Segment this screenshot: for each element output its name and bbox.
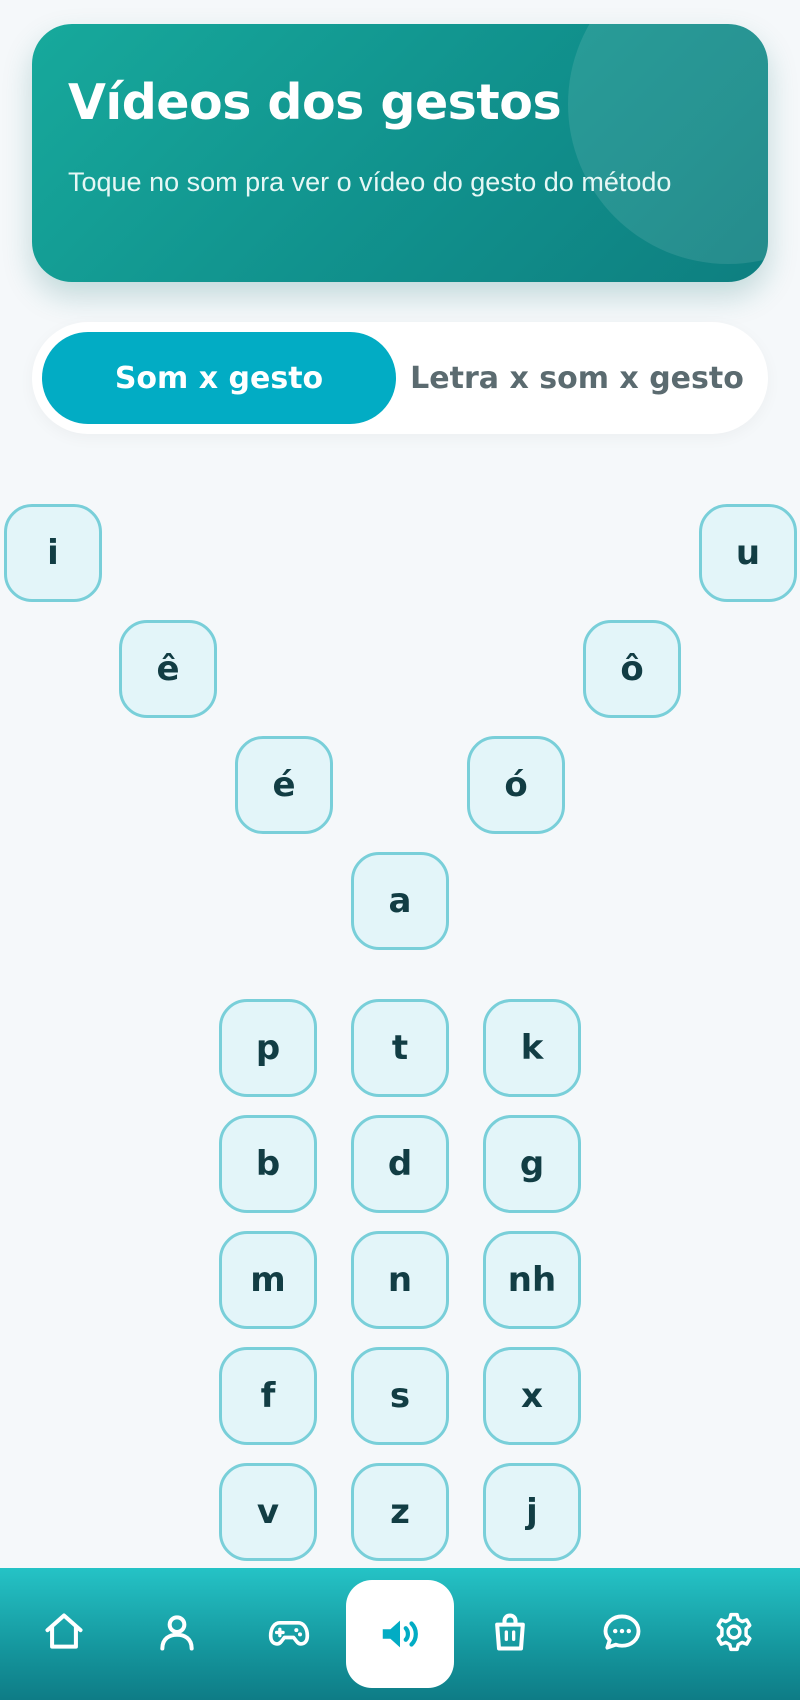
sound-key-n[interactable]: n (351, 1231, 449, 1329)
sound-key-x[interactable]: x (483, 1347, 581, 1445)
sound-key-k[interactable]: k (483, 999, 581, 1097)
sound-key-v[interactable]: v (219, 1463, 317, 1561)
header-card: Vídeos dos gestos Toque no som pra ver o… (32, 24, 768, 282)
nav-shop[interactable] (478, 1600, 542, 1664)
sound-key-t[interactable]: t (351, 999, 449, 1097)
tab-som-x-gesto[interactable]: Som x gesto (42, 332, 396, 424)
sound-key-m[interactable]: m (219, 1231, 317, 1329)
nav-sounds[interactable] (346, 1580, 454, 1688)
sound-key-z[interactable]: z (351, 1463, 449, 1561)
nav-games[interactable] (257, 1600, 321, 1664)
sound-key-d[interactable]: d (351, 1115, 449, 1213)
mode-toggle: Som x gesto Letra x som x gesto (32, 322, 768, 434)
sound-key-a[interactable]: a (351, 852, 449, 950)
home-icon (45, 1613, 83, 1649)
sound-key-s[interactable]: s (351, 1347, 449, 1445)
sound-key-i[interactable]: i (4, 504, 102, 602)
page-subtitle: Toque no som pra ver o vídeo do gesto do… (68, 167, 672, 197)
chat-icon (603, 1614, 641, 1650)
sound-icon (382, 1620, 418, 1648)
sound-key-e-acute[interactable]: é (235, 736, 333, 834)
sound-key-p[interactable]: p (219, 999, 317, 1097)
sound-key-o-circumflex[interactable]: ô (583, 620, 681, 718)
bottom-nav (0, 1568, 800, 1700)
sound-key-f[interactable]: f (219, 1347, 317, 1445)
decorative-circle (568, 24, 768, 264)
gamepad-icon (268, 1621, 310, 1646)
nav-settings[interactable] (702, 1600, 766, 1664)
nav-home[interactable] (32, 1600, 96, 1664)
settings-icon (716, 1612, 752, 1652)
sound-key-nh[interactable]: nh (483, 1231, 581, 1329)
sound-key-u[interactable]: u (699, 504, 797, 602)
sound-key-b[interactable]: b (219, 1115, 317, 1213)
nav-profile[interactable] (145, 1600, 209, 1664)
tab-letra-x-som-x-gesto[interactable]: Letra x som x gesto (396, 332, 758, 424)
page-title: Vídeos dos gestos (68, 74, 562, 131)
profile-icon (160, 1615, 194, 1651)
shopping-bag-icon (495, 1613, 525, 1651)
sound-key-e-circumflex[interactable]: ê (119, 620, 217, 718)
sound-key-o-acute[interactable]: ó (467, 736, 565, 834)
nav-chat[interactable] (590, 1600, 654, 1664)
sound-key-g[interactable]: g (483, 1115, 581, 1213)
sound-key-j[interactable]: j (483, 1463, 581, 1561)
